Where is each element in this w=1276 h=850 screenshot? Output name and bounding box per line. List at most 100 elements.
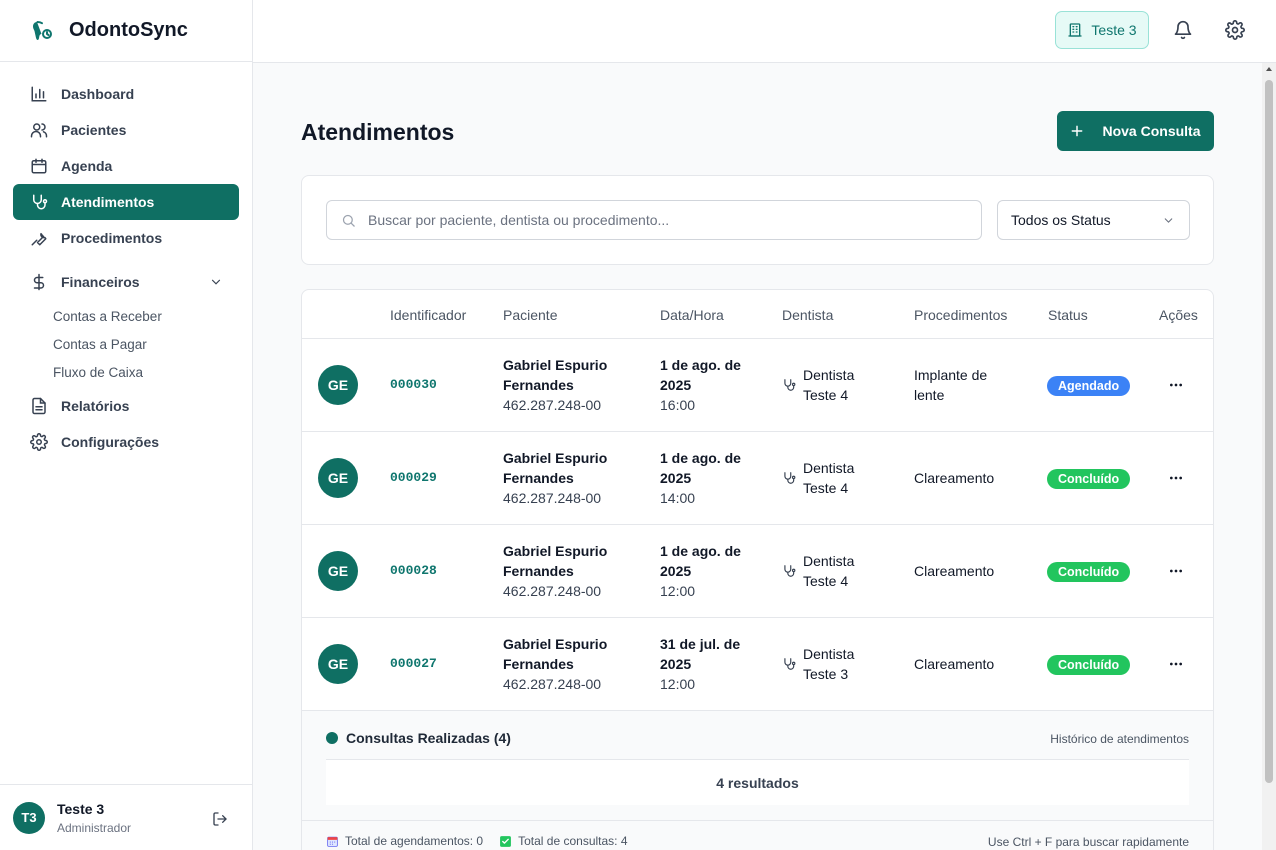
status-filter-value: Todos os Status bbox=[1011, 212, 1111, 228]
stethoscope-icon bbox=[784, 565, 796, 577]
scroll-up-arrow-icon[interactable] bbox=[1266, 67, 1272, 71]
brand-name: OdontoSync bbox=[69, 19, 188, 41]
users-icon bbox=[30, 123, 48, 138]
sidebar-item-label: Atendimentos bbox=[61, 194, 155, 210]
sidebar-item-relatorios[interactable]: Relatórios bbox=[13, 388, 239, 424]
sidebar-item-configuracoes[interactable]: Configurações bbox=[13, 424, 239, 460]
appointments-table: Identificador Paciente Data/Hora Dentist… bbox=[301, 289, 1214, 850]
search-input[interactable] bbox=[368, 212, 968, 228]
total-consultations: Total de consultas: 4 bbox=[518, 834, 628, 848]
sidebar-item-atendimentos[interactable]: Atendimentos bbox=[13, 184, 239, 220]
sidebar-item-dashboard[interactable]: Dashboard bbox=[13, 76, 239, 112]
sidebar-item-procedimentos[interactable]: Procedimentos bbox=[13, 220, 239, 256]
more-options-icon[interactable] bbox=[1168, 563, 1184, 579]
appointment-time: 12:00 bbox=[660, 583, 696, 599]
patient-avatar: GE bbox=[318, 551, 358, 591]
appointment-id-link[interactable]: 000030 bbox=[390, 377, 437, 392]
total-appointments: Total de agendamentos: 0 bbox=[345, 834, 484, 848]
dentist-name: Dentista Teste 4 bbox=[803, 367, 855, 403]
dentist-name: Dentista Teste 3 bbox=[803, 646, 855, 682]
table-row[interactable]: GE 000027 Gabriel Espurio Fernandes 462.… bbox=[302, 618, 1213, 711]
appointment-id-link[interactable]: 000028 bbox=[390, 563, 437, 578]
table-row[interactable]: GE 000029 Gabriel Espurio Fernandes 462.… bbox=[302, 432, 1213, 525]
sidebar-item-pacientes[interactable]: Pacientes bbox=[13, 112, 239, 148]
appointment-date: 31 de jul. de 2025 bbox=[660, 636, 741, 672]
user-box: T3 Teste 3 Administrador bbox=[0, 784, 252, 850]
appointment-time: 16:00 bbox=[660, 397, 696, 413]
sidebar-nav: Dashboard Pacientes Agenda Atendimentos … bbox=[0, 62, 252, 460]
page-title: Atendimentos bbox=[301, 119, 455, 145]
submenu-item-fluxo-caixa[interactable]: Fluxo de Caixa bbox=[13, 358, 239, 386]
submenu-item-contas-receber[interactable]: Contas a Receber bbox=[13, 302, 239, 330]
clinic-selector-button[interactable]: Teste 3 bbox=[1055, 11, 1149, 49]
brand: OdontoSync bbox=[0, 0, 252, 62]
logout-icon[interactable] bbox=[212, 811, 228, 827]
sidebar-item-label: Pacientes bbox=[61, 122, 127, 138]
filter-card: Todos os Status bbox=[301, 175, 1214, 265]
wrench-icon bbox=[31, 232, 47, 246]
column-header-status: Status bbox=[1048, 307, 1088, 323]
appointment-time: 12:00 bbox=[660, 676, 696, 692]
appointment-date: 1 de ago. de 2025 bbox=[660, 450, 741, 486]
patient-cpf: 462.287.248-00 bbox=[503, 397, 602, 413]
user-name: Teste 3 bbox=[57, 800, 105, 817]
table-header: Identificador Paciente Data/Hora Dentist… bbox=[302, 290, 1213, 339]
stats-bar: Total de agendamentos: 0 Total de consul… bbox=[326, 834, 628, 848]
calendar-icon bbox=[327, 836, 338, 847]
more-options-icon[interactable] bbox=[1168, 656, 1184, 672]
procedure-name: Clareamento bbox=[914, 563, 995, 579]
page-scrollbar[interactable] bbox=[1262, 63, 1276, 850]
financeiros-submenu: Contas a Receber Contas a Pagar Fluxo de… bbox=[13, 300, 239, 388]
column-header-paciente: Paciente bbox=[503, 307, 558, 323]
summary-dot-icon bbox=[326, 732, 338, 744]
topbar: Teste 3 bbox=[253, 0, 1276, 63]
procedure-name: Implante de lente bbox=[914, 367, 988, 403]
status-filter-select[interactable]: Todos os Status bbox=[997, 200, 1190, 240]
stethoscope-icon bbox=[784, 472, 796, 484]
more-options-icon[interactable] bbox=[1168, 377, 1184, 393]
more-options-icon[interactable] bbox=[1168, 470, 1184, 486]
status-badge: Agendado bbox=[1047, 376, 1131, 396]
plus-icon bbox=[1072, 125, 1083, 137]
column-header-dentista: Dentista bbox=[782, 307, 834, 323]
sidebar: OdontoSync Dashboard Pacientes Agenda At… bbox=[0, 0, 253, 850]
divider bbox=[302, 820, 1213, 821]
patient-cpf: 462.287.248-00 bbox=[503, 490, 602, 506]
column-header-procedimentos: Procedimentos bbox=[914, 307, 1008, 323]
new-consultation-button[interactable]: Nova Consulta bbox=[1057, 111, 1214, 151]
appointment-time: 14:00 bbox=[660, 490, 696, 506]
procedure-name: Clareamento bbox=[914, 656, 995, 672]
chevron-down-icon bbox=[211, 279, 221, 285]
patient-cpf: 462.287.248-00 bbox=[503, 676, 602, 692]
patient-avatar: GE bbox=[318, 644, 358, 684]
appointment-id-link[interactable]: 000029 bbox=[390, 470, 437, 485]
search-box bbox=[326, 200, 982, 240]
gear-icon[interactable] bbox=[1225, 20, 1245, 40]
sidebar-item-label: Configurações bbox=[61, 434, 160, 450]
patient-cpf: 462.287.248-00 bbox=[503, 583, 602, 599]
gear-icon bbox=[30, 433, 48, 451]
sidebar-item-financeiros[interactable]: Financeiros bbox=[13, 264, 239, 300]
appointment-id-link[interactable]: 000027 bbox=[390, 656, 437, 671]
search-icon bbox=[342, 214, 355, 227]
user-info: Teste 3 Administrador bbox=[57, 801, 131, 835]
stethoscope-icon bbox=[784, 379, 796, 391]
table-row[interactable]: GE 000028 Gabriel Espurio Fernandes 462.… bbox=[302, 525, 1213, 618]
table-summary: Consultas Realizadas (4) Histórico de at… bbox=[302, 711, 1213, 850]
clinic-label: Teste 3 bbox=[1091, 22, 1137, 38]
search-hint: Use Ctrl + F para buscar rapidamente bbox=[987, 835, 1189, 849]
scroll-thumb[interactable] bbox=[1265, 80, 1273, 783]
calendar-icon bbox=[31, 158, 47, 174]
patient-avatar: GE bbox=[318, 365, 358, 405]
table-row[interactable]: GE 000030 Gabriel Espurio Fernandes 462.… bbox=[302, 339, 1213, 432]
sidebar-item-agenda[interactable]: Agenda bbox=[13, 148, 239, 184]
column-header-identificador: Identificador bbox=[390, 307, 467, 323]
stethoscope-icon bbox=[33, 194, 48, 210]
column-header-data-hora: Data/Hora bbox=[660, 307, 724, 323]
status-badge: Concluído bbox=[1047, 655, 1131, 675]
bell-icon[interactable] bbox=[1173, 20, 1193, 40]
submenu-item-contas-pagar[interactable]: Contas a Pagar bbox=[13, 330, 239, 358]
procedure-name: Clareamento bbox=[914, 470, 995, 486]
user-role: Administrador bbox=[57, 820, 132, 835]
patient-name: Gabriel Espurio Fernandes bbox=[503, 450, 608, 486]
